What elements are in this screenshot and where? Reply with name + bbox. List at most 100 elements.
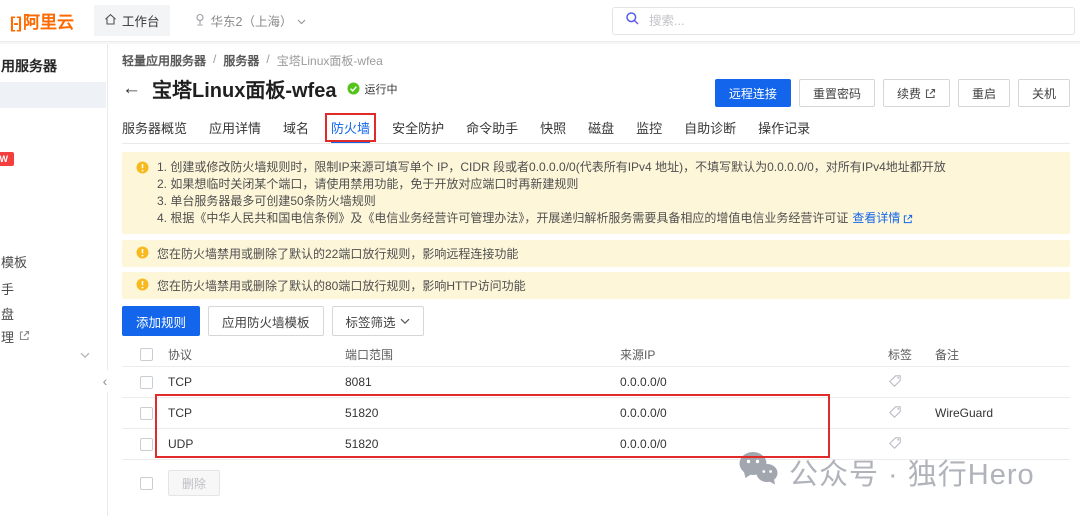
add-rule-button[interactable]: 添加规则 (122, 306, 200, 336)
tab-domain[interactable]: 域名 (283, 118, 309, 143)
tab-operation-log[interactable]: 操作记录 (758, 118, 810, 143)
sidebar-item-assistant[interactable]: 手 (1, 279, 14, 298)
notice-line-text: 4. 根据《中华人民共和国电信条例》及《电信业务经营许可管理办法》，开展递归解析… (157, 211, 848, 225)
notice-line: 1. 创建或修改防火墙规则时，限制IP来源可填写单个 IP，CIDR 段或者0.… (157, 159, 946, 176)
tab-command-assistant[interactable]: 命令助手 (466, 118, 518, 143)
firewall-rules-table: 协议 端口范围 来源IP 标签 备注 TCP 8081 0.0.0.0/0 TC… (122, 342, 1070, 460)
table-header-row: 协议 端口范围 来源IP 标签 备注 (122, 342, 1070, 367)
region-label: 华东2（上海） (211, 11, 293, 30)
row-checkbox[interactable] (140, 376, 153, 389)
sidebar: 用服务器 NEW 模板 手 盘 理 (0, 42, 108, 516)
aliyun-logo[interactable]: [-] 阿里云 (10, 8, 74, 33)
footer-select-checkbox[interactable] (140, 477, 153, 490)
aliyun-logo-name: 阿里云 (23, 8, 74, 33)
sidebar-item-label: 手 (1, 279, 14, 298)
button-label: 远程连接 (729, 85, 777, 102)
workbench-label: 工作台 (122, 11, 160, 30)
renew-button[interactable]: 续费 (883, 79, 950, 107)
column-header-protocol: 协议 (168, 346, 345, 363)
column-header-port-range: 端口范围 (345, 346, 620, 363)
sidebar-title: 用服务器 (1, 56, 57, 76)
sidebar-item-template[interactable]: 模板 (1, 252, 27, 271)
delete-button[interactable]: 删除 (168, 470, 220, 496)
cell-port-range: 8081 (345, 375, 620, 389)
breadcrumb: 轻量应用服务器 / 服务器 / 宝塔Linux面板-wfea (122, 52, 383, 69)
view-details-link[interactable]: 查看详情 (852, 210, 913, 227)
table-row: TCP 8081 0.0.0.0/0 (122, 367, 1070, 398)
button-label: 重启 (972, 85, 996, 102)
warning-icon (136, 161, 149, 177)
cell-remark: WireGuard (935, 406, 1070, 420)
notice-line: 3. 单台服务器最多可创建50条防火墙规则 (157, 193, 946, 210)
sidebar-item-label: 盘 (1, 304, 14, 323)
status-badge: 运行中 (347, 81, 397, 97)
workbench-button[interactable]: 工作台 (94, 5, 170, 36)
tab-disk[interactable]: 磁盘 (588, 118, 614, 143)
cell-source-ip: 0.0.0.0/0 (620, 375, 888, 389)
cell-port-range: 51820 (345, 437, 620, 451)
table-footer: 删除 (140, 470, 220, 496)
button-label: 续费 (897, 85, 921, 102)
button-label: 标签筛选 (346, 312, 396, 331)
external-link-icon (19, 329, 30, 344)
table-row: TCP 51820 0.0.0.0/0 WireGuard (122, 398, 1070, 429)
sidebar-item-disk[interactable]: 盘 (1, 304, 14, 323)
wechat-icon (737, 450, 779, 494)
restart-button[interactable]: 重启 (958, 79, 1010, 107)
annotation-box-tab (325, 113, 376, 142)
search-input[interactable] (649, 14, 1074, 28)
sidebar-item-management[interactable]: 理 (1, 327, 30, 346)
tag-icon[interactable] (888, 374, 935, 391)
select-all-checkbox[interactable] (140, 348, 153, 361)
aliyun-logo-mark: [-] (10, 15, 20, 33)
region-selector[interactable]: 华东2（上海） (194, 11, 307, 30)
sidebar-item-selected[interactable] (0, 82, 106, 108)
tab-monitor[interactable]: 监控 (636, 118, 662, 143)
remote-connect-button[interactable]: 远程连接 (715, 79, 791, 107)
cell-port-range: 51820 (345, 406, 620, 420)
sidebar-collapse-toggle[interactable]: ‹ (98, 370, 112, 392)
notice-line: 2. 如果想临时关闭某个端口，请使用禁用功能，免于开放对应端口时再新建规则 (157, 176, 946, 193)
breadcrumb-link[interactable]: 轻量应用服务器 (122, 52, 206, 69)
location-icon (194, 13, 206, 29)
rule-toolbar: 添加规则 应用防火墙模板 标签筛选 (122, 306, 424, 336)
tab-self-diagnosis[interactable]: 自助诊断 (684, 118, 736, 143)
breadcrumb-link[interactable]: 服务器 (223, 52, 259, 69)
sidebar-item-label: 模板 (1, 252, 27, 271)
apply-firewall-template-button[interactable]: 应用防火墙模板 (208, 306, 324, 336)
warning-icon (136, 278, 149, 294)
page-title: 宝塔Linux面板-wfea (152, 74, 336, 103)
breadcrumb-separator: / (266, 52, 269, 69)
watermark: 公众号 · 独行Hero (737, 450, 1035, 494)
row-checkbox[interactable] (140, 407, 153, 420)
reset-password-button[interactable]: 重置密码 (799, 79, 875, 107)
tab-snapshot[interactable]: 快照 (540, 118, 566, 143)
top-bar: [-] 阿里云 工作台 华东2（上海） (0, 0, 1080, 42)
external-link-icon (925, 88, 936, 99)
shutdown-button[interactable]: 关机 (1018, 79, 1070, 107)
column-header-source-ip: 来源IP (620, 346, 888, 363)
notice-text: 您在防火墙禁用或删除了默认的80端口放行规则，影响HTTP访问功能 (157, 277, 526, 294)
tab-security[interactable]: 安全防护 (392, 118, 444, 143)
chevron-down-icon (80, 352, 90, 359)
tab-firewall[interactable]: 防火墙 (331, 118, 370, 143)
tab-server-overview[interactable]: 服务器概览 (122, 118, 187, 143)
row-checkbox[interactable] (140, 438, 153, 451)
tag-icon[interactable] (888, 405, 935, 422)
tab-bar: 服务器概览 应用详情 域名 防火墙 安全防护 命令助手 快照 磁盘 监控 自助诊… (122, 118, 1070, 144)
notice-text: 您在防火墙禁用或删除了默认的22端口放行规则，影响远程连接功能 (157, 245, 518, 262)
tab-app-details[interactable]: 应用详情 (209, 118, 261, 143)
external-link-icon (903, 214, 913, 224)
sidebar-collapse-group[interactable] (80, 352, 90, 359)
back-arrow[interactable]: ← (122, 79, 141, 98)
main-content: 轻量应用服务器 / 服务器 / 宝塔Linux面板-wfea ← 宝塔Linux… (109, 42, 1080, 516)
cell-protocol: TCP (168, 375, 345, 389)
column-header-tag: 标签 (888, 346, 935, 363)
tag-filter-dropdown[interactable]: 标签筛选 (332, 306, 424, 336)
breadcrumb-current: 宝塔Linux面板-wfea (277, 52, 383, 69)
cell-source-ip: 0.0.0.0/0 (620, 406, 888, 420)
cell-protocol: TCP (168, 406, 345, 420)
breadcrumb-separator: / (213, 52, 216, 69)
chevron-down-icon (400, 318, 410, 325)
cell-protocol: UDP (168, 437, 345, 451)
